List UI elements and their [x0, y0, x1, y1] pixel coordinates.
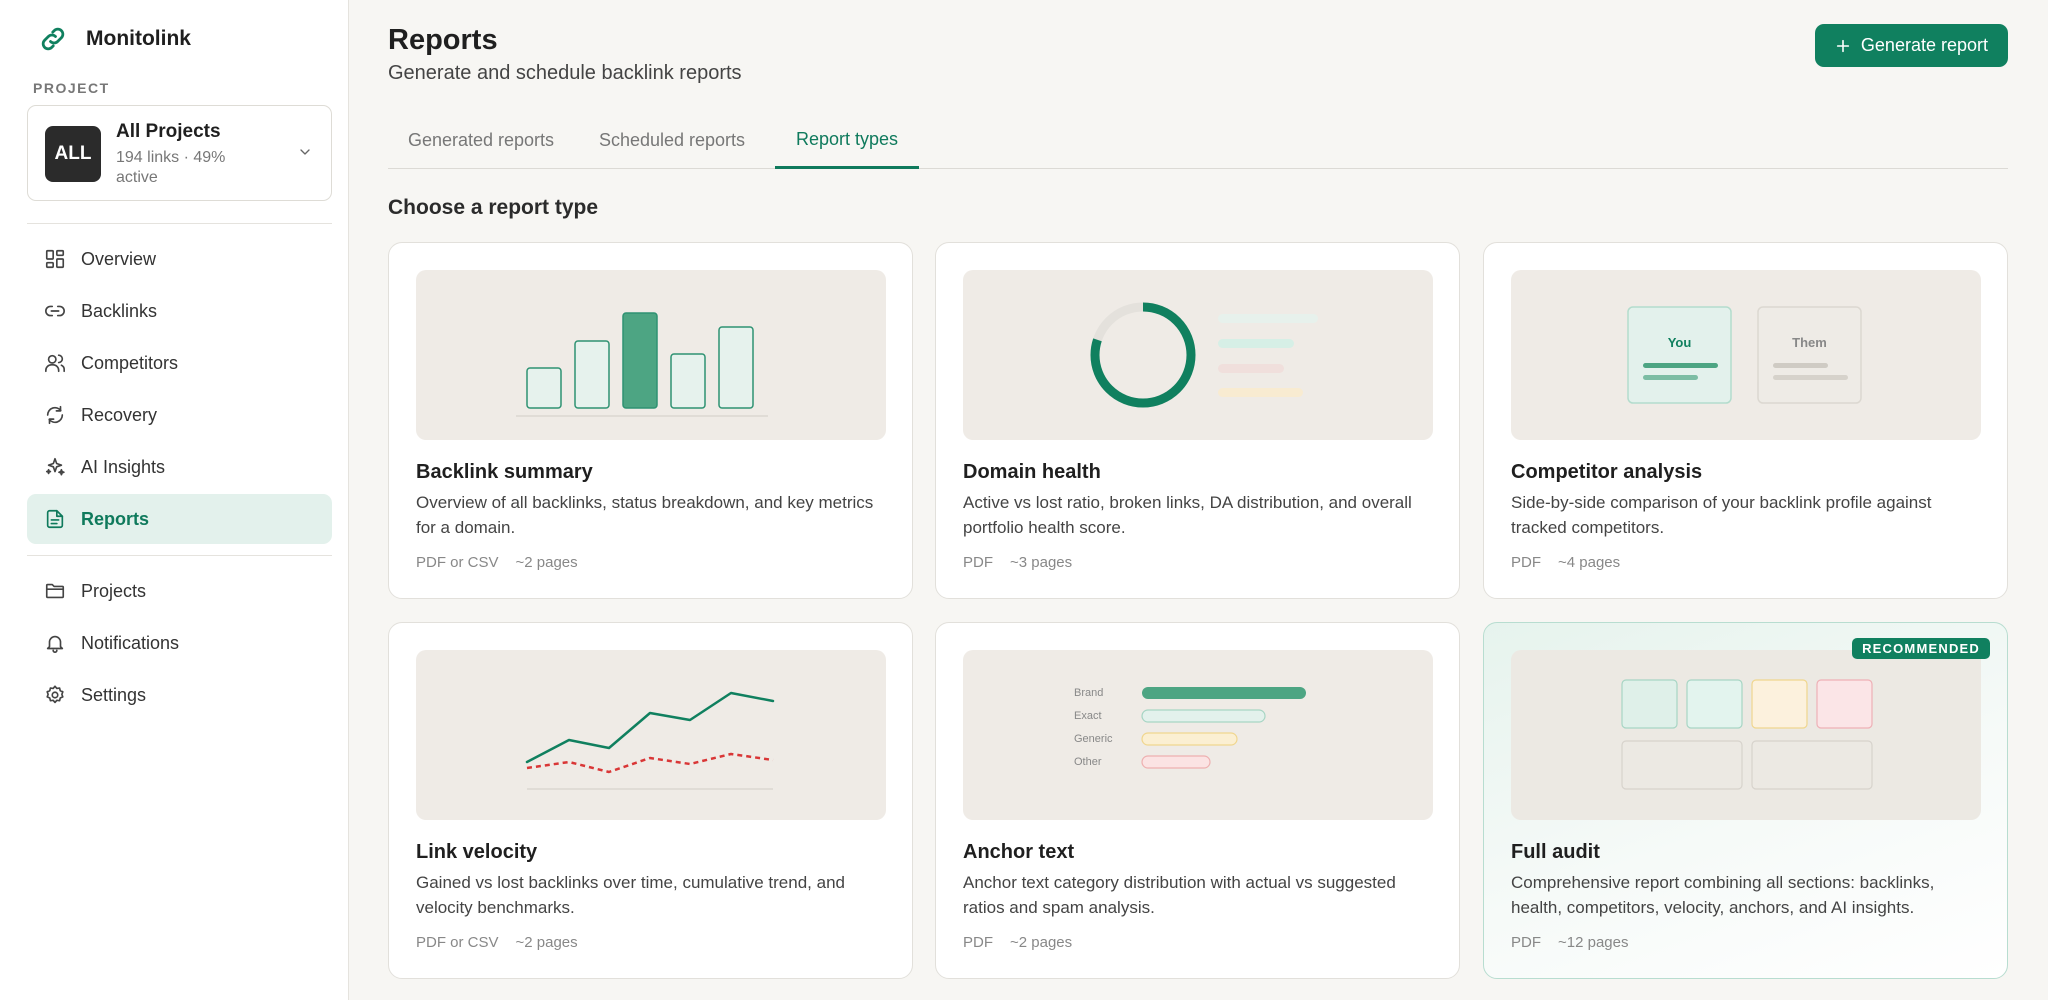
- card-title: Backlink summary: [416, 461, 593, 483]
- gear-icon: [43, 683, 67, 707]
- section-title: Choose a report type: [388, 196, 599, 219]
- project-name: All Projects: [116, 121, 221, 142]
- nav-item-label: AI Insights: [81, 456, 166, 477]
- report-card-backlink-summary[interactable]: Backlink summary Overview of all backlin…: [388, 242, 913, 599]
- report-card-link-velocity[interactable]: Link velocity Gained vs lost backlinks o…: [388, 622, 913, 979]
- nav-item-recovery[interactable]: Recovery: [27, 390, 332, 440]
- project-avatar: ALL: [45, 126, 101, 182]
- nav-item-label: Recovery: [81, 404, 158, 425]
- nav-item-label: Overview: [81, 248, 157, 269]
- users-icon: [43, 351, 67, 375]
- generate-report-button[interactable]: Generate report: [1814, 24, 2008, 67]
- card-title: Anchor text: [963, 841, 1075, 863]
- tab-bar: Generated reports Scheduled reports Repo…: [388, 112, 2008, 169]
- chevron-down-icon: [297, 144, 313, 160]
- page-title: Reports: [388, 24, 498, 56]
- card-description: Side-by-side comparison of your backlink…: [1511, 493, 1932, 537]
- nav-item-notifications[interactable]: Notifications: [27, 618, 332, 668]
- nav-item-label: Competitors: [81, 352, 179, 373]
- app-name: Monitolink: [86, 27, 191, 50]
- document-icon: [43, 507, 67, 531]
- card-pages: ~4 pages: [1558, 554, 1621, 571]
- card-pages: ~12 pages: [1558, 934, 1629, 951]
- nav-item-reports[interactable]: Reports: [27, 494, 332, 544]
- nav-item-backlinks[interactable]: Backlinks: [27, 286, 332, 336]
- nav-item-label: Notifications: [81, 632, 180, 653]
- refresh-icon: [43, 403, 67, 427]
- card-format: PDF or CSV: [416, 554, 499, 571]
- card-format: PDF: [1511, 934, 1541, 951]
- project-selector[interactable]: ALL All Projects 194 links · 49% active: [27, 105, 332, 201]
- card-pages: ~2 pages: [515, 554, 578, 571]
- anchor-label: Generic: [1074, 733, 1113, 745]
- divider: [27, 555, 332, 556]
- report-card-competitor-analysis[interactable]: You Them Competitor analysis Side-by-sid…: [1483, 242, 2008, 599]
- card-pages: ~2 pages: [1010, 934, 1073, 951]
- card-title: Link velocity: [416, 841, 538, 863]
- card-meta: PDF or CSV ~2 pages: [416, 554, 578, 571]
- anchor-bars-preview: Brand Exact Generic Other: [963, 650, 1433, 820]
- divider: [27, 223, 332, 224]
- bell-icon: [43, 631, 67, 655]
- them-label: Them: [1792, 335, 1827, 350]
- nav-item-settings[interactable]: Settings: [27, 670, 332, 720]
- sidebar: Monitolink PROJECT ALL All Projects 194 …: [0, 0, 349, 1000]
- grid-icon: [43, 247, 67, 271]
- anchor-label: Other: [1074, 756, 1102, 768]
- nav-item-label: Settings: [81, 684, 147, 705]
- plus-icon: [1835, 38, 1851, 54]
- card-title: Domain health: [963, 461, 1101, 483]
- card-format: PDF: [963, 554, 993, 571]
- sparkles-icon: [43, 455, 67, 479]
- report-card-domain-health[interactable]: Domain health Active vs lost ratio, brok…: [935, 242, 1460, 599]
- card-format: PDF or CSV: [416, 934, 499, 951]
- card-meta: PDF ~3 pages: [963, 554, 1072, 571]
- report-card-anchor-text[interactable]: Brand Exact Generic Other Anchor text An…: [935, 622, 1460, 979]
- anchor-label: Brand: [1074, 687, 1103, 699]
- card-description: Gained vs lost backlinks over time, cumu…: [416, 873, 845, 917]
- card-title: Competitor analysis: [1511, 461, 1703, 483]
- comparison-preview: You Them: [1511, 270, 1981, 440]
- nav-item-projects[interactable]: Projects: [27, 566, 332, 616]
- card-pages: ~3 pages: [1010, 554, 1073, 571]
- anchor-label: Exact: [1074, 710, 1102, 722]
- link-icon: [43, 299, 67, 323]
- nav-item-label: Projects: [81, 580, 147, 601]
- card-pages: ~2 pages: [515, 934, 578, 951]
- generate-report-label: Generate report: [1860, 35, 1988, 55]
- page-subtitle: Generate and schedule backlink reports: [388, 62, 742, 84]
- brand[interactable]: Monitolink: [38, 24, 191, 54]
- card-format: PDF: [1511, 554, 1541, 571]
- audit-grid-preview: [1511, 650, 1981, 820]
- card-meta: PDF or CSV ~2 pages: [416, 934, 578, 951]
- card-title: Full audit: [1511, 841, 1600, 863]
- card-description: Anchor text category distribution with a…: [963, 873, 1396, 917]
- card-format: PDF: [963, 934, 993, 951]
- you-label: You: [1668, 335, 1692, 350]
- nav-item-competitors[interactable]: Competitors: [27, 338, 332, 388]
- card-meta: PDF ~4 pages: [1511, 554, 1620, 571]
- line-chart-preview: [416, 650, 886, 820]
- nav-item-label: Backlinks: [81, 300, 158, 321]
- donut-chart-preview: [963, 270, 1433, 440]
- report-card-full-audit[interactable]: RECOMMENDED Full audit Comprehensive rep…: [1483, 622, 2008, 979]
- tab-report-types[interactable]: Report types: [775, 112, 919, 169]
- recommended-badge: RECOMMENDED: [1852, 638, 1990, 659]
- nav-item-overview[interactable]: Overview: [27, 234, 332, 284]
- project-section-label: PROJECT: [33, 80, 110, 96]
- nav-item-ai-insights[interactable]: AI Insights: [27, 442, 332, 492]
- tab-generated-reports[interactable]: Generated reports: [388, 112, 574, 169]
- card-description: Comprehensive report combining all secti…: [1511, 873, 1935, 917]
- card-description: Active vs lost ratio, broken links, DA d…: [963, 493, 1412, 537]
- card-description: Overview of all backlinks, status breakd…: [416, 493, 874, 537]
- main-content: Reports Generate and schedule backlink r…: [388, 0, 2008, 1000]
- card-meta: PDF ~12 pages: [1511, 934, 1628, 951]
- link-logo-icon: [38, 24, 68, 54]
- tab-scheduled-reports[interactable]: Scheduled reports: [574, 112, 770, 169]
- folder-icon: [43, 579, 67, 603]
- bar-chart-preview: [416, 270, 886, 440]
- card-meta: PDF ~2 pages: [963, 934, 1072, 951]
- nav-item-label: Reports: [81, 508, 150, 529]
- project-meta: 194 links · 49% active: [116, 149, 226, 186]
